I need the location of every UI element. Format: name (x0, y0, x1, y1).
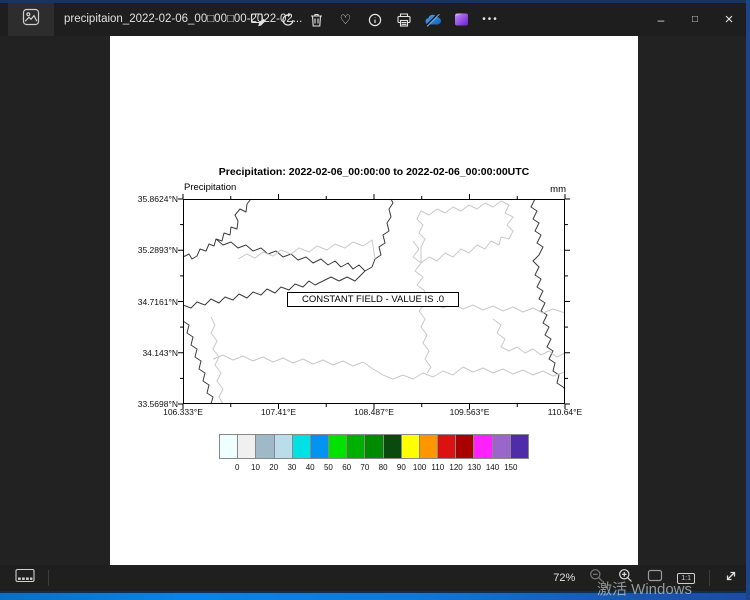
colorbar-label: 10 (251, 463, 260, 472)
colorbar-labels: 0 10 20 30 40 50 60 70 80 90 100 110 120 130 140 150 (219, 463, 529, 475)
colorbar-label: 60 (342, 463, 351, 472)
colorbar-label: 150 (504, 463, 517, 472)
lon-tick-label: 106.333°E (153, 407, 213, 417)
colorbar-label: 40 (306, 463, 315, 472)
lat-tick-label: 34.143°N (116, 348, 178, 358)
colorbar-segment (220, 435, 238, 458)
colorbar-segment (365, 435, 383, 458)
colorbar-segment (511, 435, 528, 458)
colorbar-segment (347, 435, 365, 458)
colorbar-segment (438, 435, 456, 458)
delete-button[interactable] (302, 3, 331, 36)
info-icon (367, 12, 383, 28)
colorbar-label: 30 (287, 463, 296, 472)
desktop-right-edge (746, 0, 750, 600)
colorbar-segment (493, 435, 511, 458)
lat-tick-label: 35.8624°N (116, 194, 178, 204)
fullscreen-button[interactable] (724, 569, 738, 588)
lon-tick-label: 109.563°E (440, 407, 500, 417)
print-button[interactable] (389, 3, 418, 36)
colorbar-segment (420, 435, 438, 458)
colorbar-label: 80 (379, 463, 388, 472)
colorbar-label: 50 (324, 463, 333, 472)
rotate-button[interactable] (273, 3, 302, 36)
toolbar: ♡ (244, 3, 505, 36)
photos-app-window: precipitaion_2022-02-06_00□00□00-2022-02… (0, 0, 750, 600)
colorbar-segment (293, 435, 311, 458)
onedrive-button[interactable] (418, 3, 447, 36)
purple-app-icon (454, 12, 469, 27)
image-canvas[interactable]: Precipitation: 2022-02-06_00:00:00 to 20… (110, 36, 638, 565)
colorbar-label: 120 (449, 463, 462, 472)
colorbar-segment (456, 435, 474, 458)
activate-windows-watermark: 激活 Windows (597, 578, 692, 599)
photos-app-icon (22, 8, 40, 31)
colorbar-label: 20 (269, 463, 278, 472)
close-button[interactable]: × (712, 3, 746, 36)
colorbar-label: 90 (397, 463, 406, 472)
colorbar-segments (219, 434, 529, 459)
figure-units-label: mm (530, 184, 566, 195)
filmstrip-icon (15, 568, 35, 588)
lon-tick-label: 108.487°E (344, 407, 404, 417)
edit-image-button[interactable] (244, 3, 273, 36)
file-info-button[interactable] (360, 3, 389, 36)
trash-icon (309, 12, 324, 28)
heart-icon: ♡ (340, 13, 352, 26)
colorbar-segment (238, 435, 256, 458)
fullscreen-icon (724, 569, 738, 588)
lon-tick-label: 110.64°E (535, 407, 595, 417)
colorbar-segment (329, 435, 347, 458)
lat-tick-label: 35.2893°N (116, 245, 178, 255)
filmstrip-toggle-button[interactable] (8, 567, 42, 589)
edit-image-icon (250, 11, 267, 28)
titlebar: precipitaion_2022-02-06_00□00□00-2022-02… (0, 3, 750, 36)
colorbar-label: 100 (413, 463, 426, 472)
clipchamp-button[interactable] (447, 3, 476, 36)
app-menu-button[interactable] (8, 3, 54, 36)
colorbar-segment (384, 435, 402, 458)
colorbar-label: 110 (431, 463, 444, 472)
print-icon (396, 12, 412, 28)
statusbar-divider (709, 570, 710, 586)
maximize-button[interactable]: □ (678, 3, 712, 36)
window-controls: – □ × (644, 3, 746, 36)
content-area: Precipitation: 2022-02-06_00:00:00 to 20… (0, 36, 750, 565)
lon-tick-label: 107.41°E (249, 407, 309, 417)
constant-field-annotation: CONSTANT FIELD - VALUE IS .0 (287, 292, 459, 307)
colorbar-segment (474, 435, 492, 458)
ellipsis-icon: ••• (482, 14, 499, 25)
colorbar-segment (256, 435, 274, 458)
colorbar-segment (311, 435, 329, 458)
figure-title: Precipitation: 2022-02-06_00:00:00 to 20… (110, 166, 638, 178)
colorbar-label: 70 (360, 463, 369, 472)
minimize-button[interactable]: – (644, 3, 678, 36)
colorbar-label: 0 (235, 463, 239, 472)
colorbar-segment (275, 435, 293, 458)
zoom-level[interactable]: 72% (553, 572, 575, 584)
colorbar-label: 130 (468, 463, 481, 472)
rotate-icon (280, 12, 296, 28)
lat-tick-label: 34.7161°N (116, 297, 178, 307)
onedrive-cloud-icon (423, 12, 442, 28)
favorite-button[interactable]: ♡ (331, 3, 360, 36)
figure-left-label: Precipitation (184, 182, 236, 193)
colorbar-label: 140 (486, 463, 499, 472)
see-more-button[interactable]: ••• (476, 3, 505, 36)
desktop-top-edge (0, 0, 750, 3)
colorbar-segment (402, 435, 420, 458)
statusbar-divider (48, 570, 49, 586)
